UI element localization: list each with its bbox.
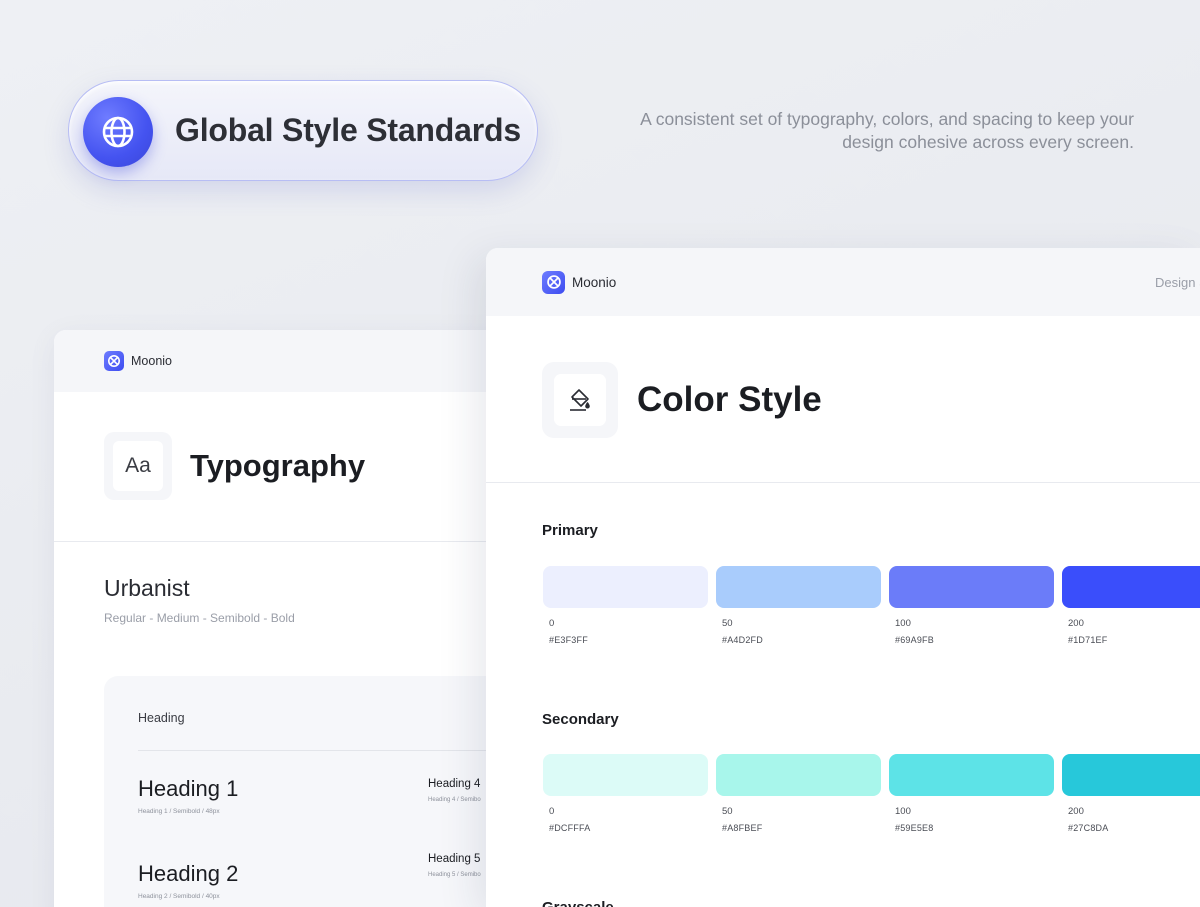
color-group-label-secondary: Secondary [542, 711, 619, 728]
heading-sample: Heading 4 Heading 4 / Semibo [428, 778, 481, 803]
color-swatch[interactable]: 200 #1D71EF [1062, 566, 1200, 645]
font-name: Urbanist [104, 575, 190, 601]
typography-title: Typography [190, 448, 366, 483]
swatch-hex: #A8FBEF [722, 823, 763, 833]
nav-link-design-system[interactable]: Design S [1155, 275, 1200, 290]
swatch-level: 200 [1068, 806, 1084, 817]
color-swatch-row-secondary: 0 #DCFFFA 50 #A8FBEF 100 #59E5E8 200 #27… [543, 754, 1200, 833]
brand-name: Moonio [131, 354, 172, 368]
divider [486, 482, 1200, 483]
color-swatch[interactable]: 100 #69A9FB [889, 566, 1054, 645]
swatch-hex: #E3F3FF [549, 635, 588, 645]
color-swatch[interactable]: 50 #A4D2FD [716, 566, 881, 645]
swatch-level: 200 [1068, 618, 1084, 629]
swatch-hex: #A4D2FD [722, 635, 763, 645]
moonio-logo-icon [104, 351, 124, 371]
brand[interactable]: Moonio [104, 351, 172, 371]
color-chip [716, 566, 881, 608]
swatch-hex: #DCFFFA [549, 823, 591, 833]
color-swatch[interactable]: 200 #27C8DA [1062, 754, 1200, 833]
divider [54, 541, 524, 542]
swatch-level: 50 [722, 806, 733, 817]
heading-sample-name: Heading 2 [138, 861, 239, 886]
typography-card: Moonio Aa Typography Urbanist Regular - … [54, 330, 524, 907]
color-icon-box [542, 362, 618, 438]
swatch-level: 100 [895, 618, 911, 629]
typography-header: Aa Typography [104, 432, 365, 500]
heading-panel-label: Heading [138, 711, 185, 725]
paint-bucket-icon [554, 374, 606, 426]
color-group-label-grayscale: Grayscale [542, 899, 614, 907]
typography-icon-box: Aa [104, 432, 172, 500]
heading-panel: Heading Heading 1 Heading 1 / Semibold /… [104, 676, 524, 907]
swatch-hex: #69A9FB [895, 635, 934, 645]
color-card-topbar: Moonio Design S [486, 248, 1200, 316]
brand-name: Moonio [572, 274, 617, 290]
color-chip [889, 566, 1054, 608]
color-chip [543, 754, 708, 796]
color-chip [1062, 754, 1200, 796]
color-swatch-row-primary: 0 #E3F3FF 50 #A4D2FD 100 #69A9FB 200 #1D… [543, 566, 1200, 645]
swatch-level: 100 [895, 806, 911, 817]
color-style-title: Color Style [637, 380, 822, 419]
heading-sample-meta: Heading 1 / Semibold / 48px [138, 808, 220, 815]
color-style-header: Color Style [542, 362, 822, 438]
color-chip [1062, 566, 1200, 608]
swatch-level: 0 [549, 806, 555, 817]
color-chip [716, 754, 881, 796]
hero-title: Global Style Standards [175, 112, 521, 148]
color-chip [889, 754, 1054, 796]
color-swatch[interactable]: 0 #E3F3FF [543, 566, 708, 645]
color-swatch[interactable]: 100 #59E5E8 [889, 754, 1054, 833]
swatch-hex: #59E5E8 [895, 823, 934, 833]
hero-description: A consistent set of typography, colors, … [640, 109, 1134, 152]
heading-sample-name: Heading 4 [428, 778, 481, 790]
brand[interactable]: Moonio [542, 270, 617, 294]
swatch-level: 50 [722, 618, 733, 629]
heading-sample: Heading 1 Heading 1 / Semibold / 48px [138, 776, 238, 815]
font-weights: Regular - Medium - Semibold - Bold [104, 611, 295, 625]
typography-card-topbar: Moonio [54, 330, 524, 392]
swatch-hex: #27C8DA [1068, 823, 1109, 833]
aa-icon: Aa [113, 441, 163, 491]
hero-pill: Global Style Standards [68, 80, 538, 181]
swatch-hex: #1D71EF [1068, 635, 1108, 645]
heading-sample-meta: Heading 5 / Semibo [428, 872, 481, 878]
moonio-logo-icon [542, 270, 565, 294]
color-group-label-primary: Primary [542, 522, 598, 539]
heading-sample-meta: Heading 2 / Semibold / 40px [138, 893, 220, 900]
color-swatch[interactable]: 0 #DCFFFA [543, 754, 708, 833]
heading-sample-meta: Heading 4 / Semibo [428, 797, 481, 803]
heading-sample-name: Heading 1 [138, 776, 239, 801]
color-chip [543, 566, 708, 608]
swatch-level: 0 [549, 618, 555, 629]
divider [138, 750, 524, 751]
color-swatch[interactable]: 50 #A8FBEF [716, 754, 881, 833]
globe-icon [83, 97, 153, 167]
heading-sample: Heading 2 Heading 2 / Semibold / 40px [138, 861, 238, 900]
heading-sample: Heading 5 Heading 5 / Semibo [428, 853, 481, 878]
heading-sample-name: Heading 5 [428, 853, 481, 865]
color-style-card: Moonio Design S Color Style Primary 0 #E… [486, 248, 1200, 907]
